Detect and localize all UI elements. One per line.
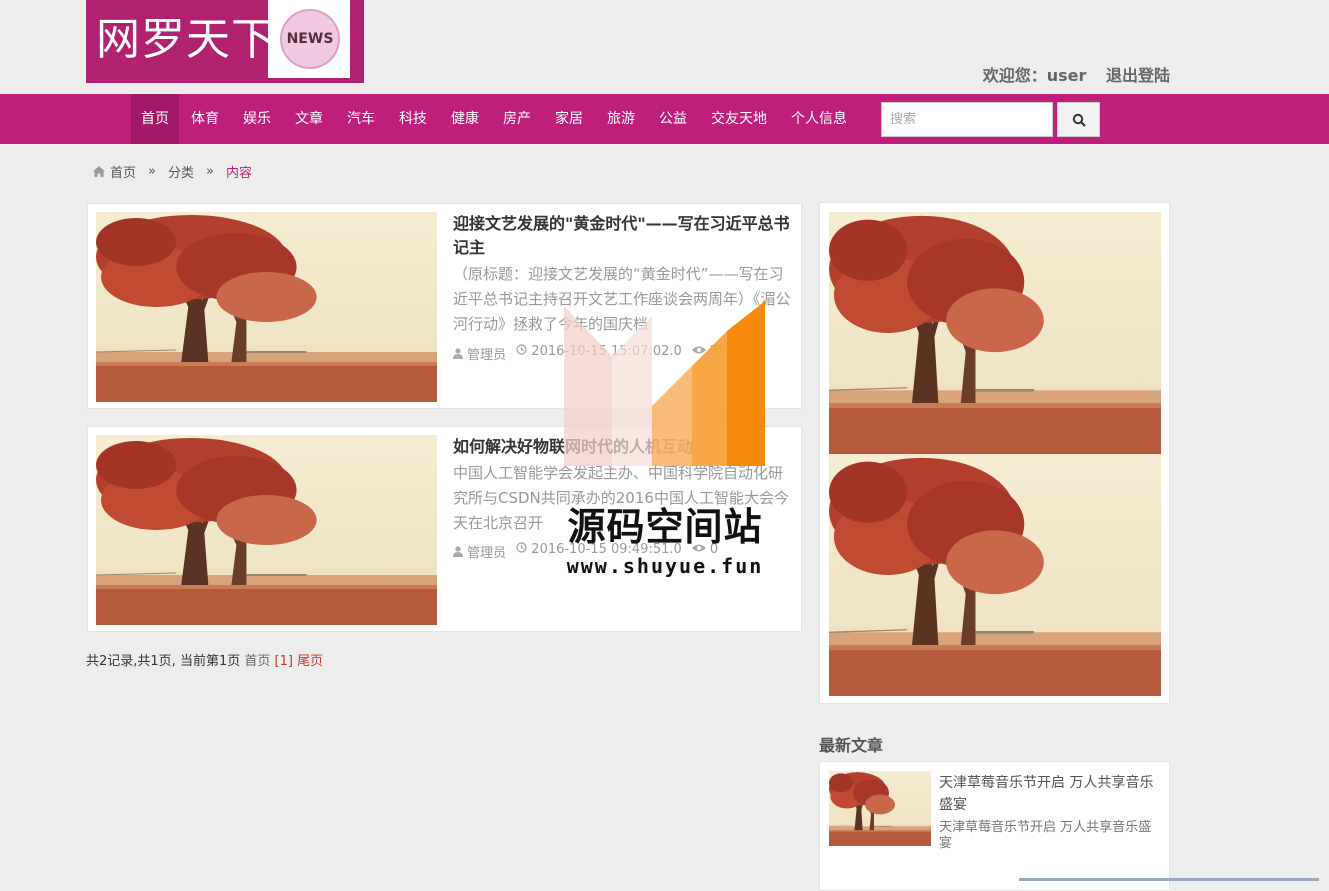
article-title[interactable]: 迎接文艺发展的"黄金时代"——写在习近平总书记主 — [453, 212, 793, 260]
nav-item-home-furnishing[interactable]: 家居 — [543, 94, 595, 144]
search-button[interactable] — [1057, 102, 1100, 137]
welcome-user: 欢迎您：user — [982, 66, 1087, 85]
pagination: 共2记录,共1页, 当前第1页 首页 [1] 尾页 — [86, 650, 323, 669]
watermark: 源码空间站 www.shuyue.fun — [552, 296, 778, 580]
featured-image[interactable] — [829, 212, 1161, 454]
article-author: 管理员 — [467, 348, 507, 363]
logout-link[interactable]: 退出登陆 — [1106, 66, 1170, 85]
latest-summary: 天津草莓音乐节开启 万人共享音乐盛宴 — [939, 820, 1152, 851]
pagination-current[interactable]: [1] — [275, 654, 293, 669]
watermark-logo-icon — [564, 301, 765, 466]
nav-item-profile[interactable]: 个人信息 — [779, 94, 859, 144]
logo-text: 网罗天下 — [96, 14, 276, 65]
latest-title[interactable]: 天津草莓音乐节开启 万人共享音乐盛宴 — [939, 772, 1161, 816]
author-meta: 管理员 — [453, 344, 506, 363]
pagination-first[interactable]: 首页 — [244, 654, 270, 669]
article-author: 管理员 — [467, 546, 507, 561]
breadcrumb-category[interactable]: 分类 — [168, 162, 194, 181]
nav-item-social[interactable]: 交友天地 — [699, 94, 779, 144]
nav-item-home[interactable]: 首页 — [131, 94, 179, 144]
nav-item-articles[interactable]: 文章 — [283, 94, 335, 144]
breadcrumb-separator: » — [148, 164, 156, 179]
article-thumbnail[interactable] — [96, 435, 437, 625]
watermark-title: 源码空间站 — [567, 505, 763, 549]
search-icon — [1072, 113, 1086, 127]
breadcrumb-current: 内容 — [225, 166, 252, 181]
breadcrumb-home[interactable]: 首页 — [93, 162, 136, 181]
home-icon — [93, 166, 105, 177]
watermark-url: www.shuyue.fun — [566, 554, 764, 578]
clock-icon — [516, 542, 527, 553]
news-badge: NEWS — [280, 9, 340, 69]
nav-item-travel[interactable]: 旅游 — [595, 94, 647, 144]
user-icon — [453, 546, 463, 557]
author-meta: 管理员 — [453, 542, 506, 561]
pagination-summary: 共2记录,共1页, 当前第1页 — [86, 654, 241, 669]
pagination-last[interactable]: 尾页 — [297, 654, 323, 669]
latest-article-item[interactable]: 天津草莓音乐节开启 万人共享音乐盛宴 天津草莓音乐节开启 万人共享音乐盛宴 — [819, 761, 1170, 891]
featured-image[interactable] — [829, 454, 1161, 696]
nav-item-health[interactable]: 健康 — [439, 94, 491, 144]
nav-item-entertainment[interactable]: 娱乐 — [231, 94, 283, 144]
breadcrumb-home-label: 首页 — [110, 166, 137, 181]
nav-item-sports[interactable]: 体育 — [179, 94, 231, 144]
search-input[interactable]: 搜索 — [881, 102, 1053, 137]
nav-item-cars[interactable]: 汽车 — [335, 94, 387, 144]
main-nav: 首页 体育 娱乐 文章 汽车 科技 健康 房产 家居 旅游 公益 交友天地 个人… — [0, 94, 1329, 144]
site-logo[interactable]: 网罗天下 NEWS — [86, 0, 364, 83]
user-bar: 欢迎您：user 退出登陆 — [969, 62, 1170, 86]
user-icon — [453, 348, 463, 359]
article-thumbnail[interactable] — [96, 212, 437, 402]
sidebar-featured — [819, 202, 1170, 704]
latest-heading: 最新文章 — [819, 736, 884, 755]
breadcrumb-separator: » — [206, 164, 214, 179]
nav-item-tech[interactable]: 科技 — [387, 94, 439, 144]
latest-thumbnail[interactable] — [829, 771, 931, 846]
nav-list: 首页 体育 娱乐 文章 汽车 科技 健康 房产 家居 旅游 公益 交友天地 个人… — [131, 94, 859, 144]
news-badge-box: NEWS — [268, 0, 350, 78]
nav-item-realestate[interactable]: 房产 — [491, 94, 543, 144]
clock-icon — [516, 344, 527, 355]
breadcrumb: 首页 » 分类 » 内容 — [93, 162, 252, 181]
nav-item-charity[interactable]: 公益 — [647, 94, 699, 144]
